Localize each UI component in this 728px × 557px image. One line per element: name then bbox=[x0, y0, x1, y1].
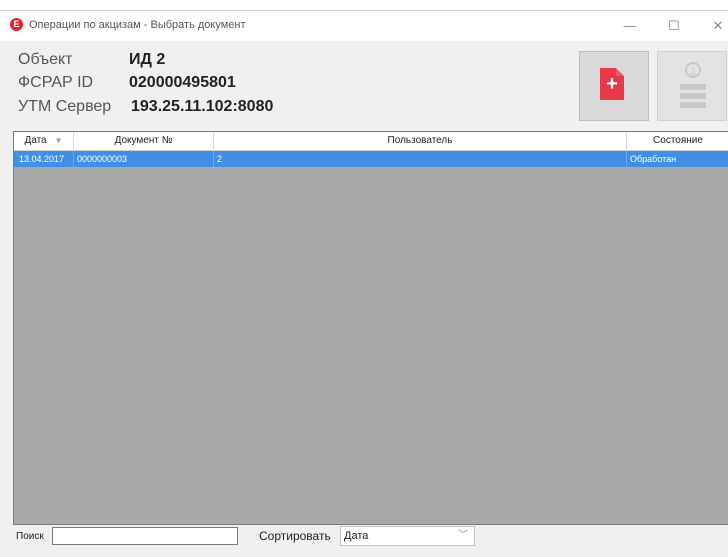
search-label: Поиск bbox=[16, 531, 44, 542]
download-icon: ⇩ bbox=[685, 62, 701, 79]
main-window: E Операции по акцизам - Выбрать документ… bbox=[0, 10, 728, 557]
sort-select-value: Дата bbox=[344, 530, 369, 542]
server-icon bbox=[680, 84, 706, 90]
cell-document: 0000000003 bbox=[74, 151, 214, 167]
utm-label: УТМ Сервер bbox=[18, 98, 112, 115]
server-icon bbox=[680, 102, 706, 108]
cell-date: 13.04.2017 bbox=[14, 151, 74, 167]
load-from-server-button[interactable]: ⇩ bbox=[657, 51, 727, 121]
app-logo-icon: E bbox=[10, 18, 23, 31]
search-input[interactable] bbox=[52, 527, 238, 545]
utm-value: 193.25.11.102:8080 bbox=[131, 98, 274, 115]
column-header-date[interactable]: Дата ▼ bbox=[14, 132, 74, 150]
sort-select[interactable]: Дата ﹀ bbox=[340, 526, 475, 546]
close-button[interactable]: ✕ bbox=[700, 13, 728, 39]
cell-state: Обработан bbox=[630, 154, 677, 164]
cell-user: 2 bbox=[214, 151, 627, 167]
column-header-state[interactable]: Состояние bbox=[627, 132, 728, 150]
column-header-user[interactable]: Пользователь bbox=[214, 132, 627, 150]
grid-header: Дата ▼ Документ № Пользователь Состояние bbox=[14, 132, 728, 151]
documents-grid[interactable]: Дата ▼ Документ № Пользователь Состояние … bbox=[13, 131, 728, 525]
maximize-button[interactable]: ☐ bbox=[656, 13, 692, 39]
plus-icon: + bbox=[606, 73, 618, 95]
column-header-document[interactable]: Документ № bbox=[74, 132, 214, 150]
sort-down-icon: ▼ bbox=[54, 136, 63, 145]
add-document-button[interactable]: + bbox=[579, 51, 649, 121]
sort-label: Сортировать bbox=[259, 529, 331, 543]
table-row[interactable]: 13.04.2017 0000000003 2 Обработан bbox=[14, 151, 728, 167]
title-bar: E Операции по акцизам - Выбрать документ… bbox=[0, 11, 728, 41]
object-value: ИД 2 bbox=[129, 51, 166, 68]
document-add-icon: + bbox=[600, 68, 624, 100]
fsrar-label: ФСРАР ID bbox=[18, 74, 94, 91]
object-label: Объект bbox=[18, 51, 73, 68]
window-title: Операции по акцизам - Выбрать документ bbox=[29, 19, 246, 31]
fsrar-value: 020000495801 bbox=[129, 74, 236, 91]
server-icon bbox=[680, 93, 706, 99]
column-header-label: Дата bbox=[24, 135, 47, 146]
chevron-down-icon: ﹀ bbox=[458, 530, 468, 541]
minimize-button[interactable]: — bbox=[612, 13, 648, 39]
